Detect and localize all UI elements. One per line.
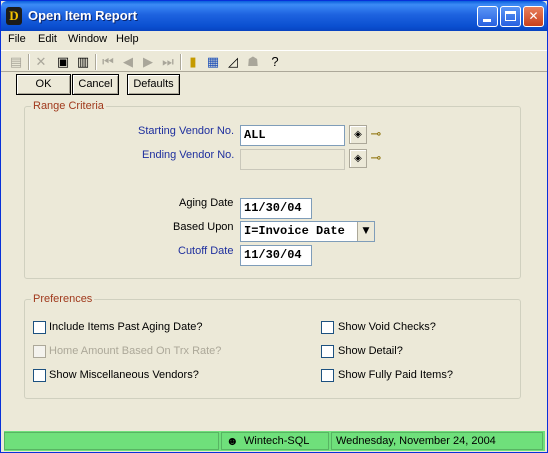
menu-window[interactable]: Window — [68, 33, 107, 45]
starting-vendor-field[interactable]: ALL — [240, 125, 345, 146]
open-item-report-window: D Open Item Report ✕ File Edit Window He… — [0, 0, 548, 453]
chevron-down-icon[interactable]: ▼ — [357, 222, 374, 241]
calculator-icon[interactable]: ▦ — [204, 53, 222, 71]
toolbar-separator — [95, 54, 97, 70]
trash-icon[interactable]: ▥ — [74, 53, 92, 71]
menu-edit[interactable]: Edit — [38, 33, 57, 45]
defaults-button[interactable]: Defaults — [127, 74, 180, 95]
app-logo-icon: D — [6, 7, 22, 25]
toolbar: ▤ ✕ ▣ ▥ ⏮ ◀ ▶ ⏭ ▮ ▦ ◿ ☗ ? — [1, 50, 547, 72]
prev-record-icon[interactable]: ◀ — [119, 53, 137, 71]
maximize-icon — [505, 11, 516, 21]
close-icon: ✕ — [528, 9, 539, 23]
server-name: Wintech-SQL — [244, 435, 310, 447]
based-upon-value: I=Invoice Date — [244, 224, 345, 238]
binoculars-icon[interactable]: ◈ — [349, 149, 367, 168]
based-upon-label: Based Upon — [173, 221, 234, 233]
aging-date-field[interactable]: 11/30/04 — [240, 198, 312, 219]
user-icon: ☻ — [226, 434, 239, 448]
show-detail-checkbox[interactable] — [321, 345, 334, 358]
ok-button[interactable]: OK — [16, 74, 71, 95]
help-pointer-icon[interactable]: ? — [266, 53, 284, 71]
cancel-button[interactable]: Cancel — [72, 74, 119, 95]
show-misc-vendors-label[interactable]: Show Miscellaneous Vendors? — [49, 369, 199, 381]
range-criteria-title: Range Criteria — [31, 100, 106, 112]
close-button[interactable]: ✕ — [523, 6, 544, 27]
cutoff-date-field[interactable]: 11/30/04 — [240, 245, 312, 266]
new-icon[interactable]: ▤ — [7, 53, 25, 71]
window-title: Open Item Report — [28, 8, 138, 23]
status-date-pane: Wednesday, November 24, 2004 — [331, 432, 543, 450]
status-server-pane: ☻ Wintech-SQL — [221, 432, 329, 450]
first-record-icon[interactable]: ⏮ — [99, 53, 117, 71]
binoculars-icon[interactable]: ◈ — [349, 125, 367, 144]
people-icon[interactable]: ☗ — [244, 53, 262, 71]
ending-vendor-field[interactable] — [240, 149, 345, 170]
notes-icon[interactable]: ▮ — [184, 53, 202, 71]
last-record-icon[interactable]: ⏭ — [159, 53, 177, 71]
aging-date-label: Aging Date — [179, 197, 234, 209]
save-icon[interactable]: ▣ — [54, 53, 72, 71]
next-record-icon[interactable]: ▶ — [139, 53, 157, 71]
ending-vendor-label: Ending Vendor No. — [142, 149, 235, 161]
maximize-button[interactable] — [500, 6, 521, 27]
home-amount-label[interactable]: Home Amount Based On Trx Rate? — [49, 345, 221, 357]
based-upon-select[interactable]: I=Invoice Date ▼ — [240, 221, 375, 242]
show-misc-vendors-checkbox[interactable] — [33, 369, 46, 382]
starting-vendor-label: Starting Vendor No. — [138, 125, 235, 137]
toolbar-separator — [28, 54, 30, 70]
pushpin-icon[interactable]: ⊸ — [368, 150, 384, 166]
menu-help[interactable]: Help — [116, 33, 139, 45]
preferences-title: Preferences — [31, 293, 95, 305]
pushpin-icon[interactable]: ⊸ — [368, 126, 384, 142]
show-void-checks-label[interactable]: Show Void Checks? — [338, 321, 436, 333]
minimize-icon — [483, 19, 491, 22]
status-bar: ☻ Wintech-SQL Wednesday, November 24, 20… — [4, 431, 545, 451]
minimize-button[interactable] — [477, 6, 498, 27]
show-fully-paid-checkbox[interactable] — [321, 369, 334, 382]
home-amount-checkbox[interactable] — [33, 345, 46, 358]
include-past-aging-label[interactable]: Include Items Past Aging Date? — [49, 321, 202, 333]
delete-icon[interactable]: ✕ — [32, 53, 50, 71]
status-date: Wednesday, November 24, 2004 — [336, 435, 496, 447]
chart-icon[interactable]: ◿ — [224, 53, 242, 71]
menu-file[interactable]: File — [8, 33, 26, 45]
include-past-aging-checkbox[interactable] — [33, 321, 46, 334]
toolbar-separator — [180, 54, 182, 70]
title-bar[interactable]: D Open Item Report ✕ — [1, 1, 547, 31]
show-void-checks-checkbox[interactable] — [321, 321, 334, 334]
status-pane-empty — [4, 432, 219, 450]
show-fully-paid-label[interactable]: Show Fully Paid Items? — [338, 369, 453, 381]
show-detail-label[interactable]: Show Detail? — [338, 345, 403, 357]
menu-bar: File Edit Window Help — [1, 31, 547, 49]
cutoff-date-label: Cutoff Date — [178, 245, 234, 257]
